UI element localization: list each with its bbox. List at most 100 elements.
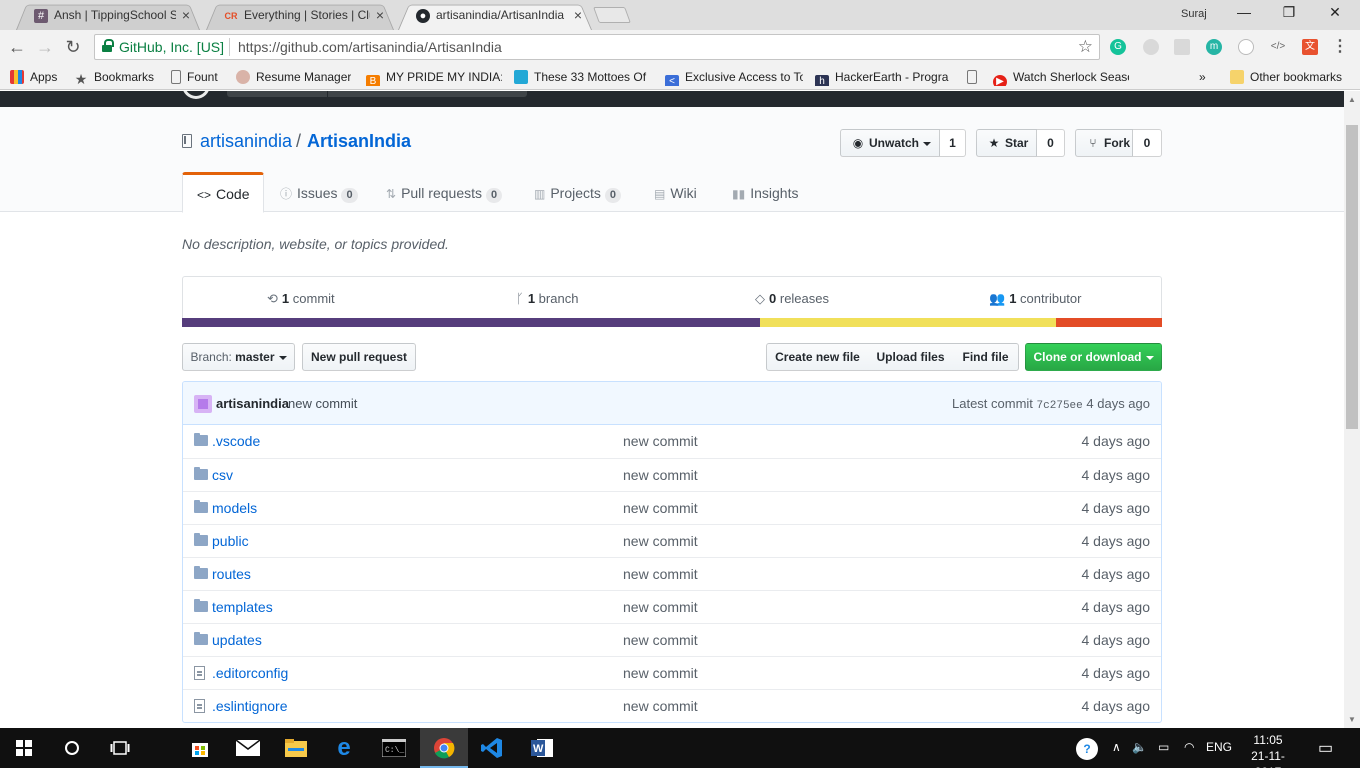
fork-button[interactable]: ⑂ Fork — [1075, 129, 1133, 157]
file-name-link[interactable]: .eslintignore — [212, 698, 288, 714]
address-bar[interactable]: GitHub, Inc. [US] https://github.com/art… — [94, 34, 1100, 60]
tab-pull-requests[interactable]: ⇅ Pull requests 0 — [386, 172, 503, 212]
file-explorer-icon[interactable] — [272, 728, 320, 768]
repo-name-link[interactable]: ArtisanIndia — [307, 131, 411, 152]
commit-message-link[interactable]: new commit — [288, 396, 357, 411]
file-commit-message-link[interactable]: new commit — [623, 433, 698, 449]
table-row[interactable]: .eslintignore new commit 4 days ago — [183, 689, 1161, 722]
github-logo-icon[interactable] — [182, 91, 210, 99]
branch-select-button[interactable]: Branch: master — [182, 343, 295, 371]
edge-icon[interactable]: e — [320, 728, 368, 768]
close-window-icon[interactable]: ✕ — [1320, 4, 1350, 24]
browser-tab-stories[interactable]: CR Everything | Stories | Club × — [200, 1, 400, 30]
system-clock[interactable]: 11:05 21-11-2017 — [1238, 732, 1298, 768]
scroll-down-icon[interactable]: ▼ — [1348, 715, 1356, 724]
tab-projects[interactable]: ▥ Projects 0 — [534, 172, 622, 212]
site-search-input[interactable] — [227, 91, 527, 97]
table-row[interactable]: models new commit 4 days ago — [183, 491, 1161, 524]
repo-owner-link[interactable]: artisanindia — [200, 131, 292, 152]
table-row[interactable]: .editorconfig new commit 4 days ago — [183, 656, 1161, 689]
bookmark-hackerearth[interactable]: h HackerEarth - Progra — [815, 68, 955, 86]
unwatch-button[interactable]: ◉ Unwatch — [840, 129, 940, 157]
new-tab-button[interactable] — [593, 7, 631, 23]
tab-insights[interactable]: ▮▮ Insights — [732, 172, 798, 212]
watchers-count[interactable]: 1 — [940, 129, 966, 157]
table-row[interactable]: routes new commit 4 days ago — [183, 557, 1161, 590]
tab-issues[interactable]: ⓘ Issues 0 — [280, 172, 358, 212]
create-new-file-button[interactable]: Create new file — [766, 343, 869, 371]
table-row[interactable]: csv new commit 4 days ago — [183, 458, 1161, 491]
language-bar[interactable] — [182, 318, 1162, 327]
new-pull-request-button[interactable]: New pull request — [302, 343, 416, 371]
cortana-icon[interactable] — [48, 728, 96, 768]
bookmark-star-icon[interactable]: ☆ — [1078, 37, 1093, 57]
file-commit-message-link[interactable]: new commit — [623, 599, 698, 615]
translate-icon[interactable]: 文 — [1302, 39, 1318, 55]
forks-count[interactable]: 0 — [1133, 129, 1162, 157]
bookmark-fount[interactable]: Fount — [171, 68, 218, 86]
file-name-link[interactable]: models — [212, 500, 257, 516]
file-name-link[interactable]: updates — [212, 632, 262, 648]
notifications-icon[interactable]: ▭ — [1318, 738, 1333, 758]
commit-author-link[interactable]: artisanindia — [216, 396, 289, 411]
vscode-icon[interactable] — [468, 728, 516, 768]
mercury-icon[interactable]: m — [1206, 39, 1222, 55]
branches-link[interactable]: ᚴ1 branch — [516, 291, 578, 306]
store-icon[interactable] — [176, 728, 224, 768]
file-name-link[interactable]: .vscode — [212, 433, 260, 449]
language-segment[interactable] — [182, 318, 761, 327]
extension-icon[interactable] — [1143, 39, 1159, 55]
file-commit-message-link[interactable]: new commit — [623, 632, 698, 648]
bookmark-bookmarks[interactable]: ★ Bookmarks — [74, 68, 154, 86]
close-tab-icon[interactable]: × — [376, 1, 384, 29]
cmd-icon[interactable]: C:\_ — [370, 728, 418, 768]
security-chip[interactable]: GitHub, Inc. [US] — [119, 39, 224, 55]
scroll-up-icon[interactable]: ▲ — [1348, 95, 1356, 104]
contributors-link[interactable]: 👥 1 contributor — [989, 291, 1081, 307]
forward-icon[interactable]: → — [34, 36, 56, 58]
file-commit-message-link[interactable]: new commit — [623, 500, 698, 516]
language-indicator[interactable]: ENG — [1206, 740, 1232, 754]
bookmarks-overflow-button[interactable]: » — [1199, 68, 1206, 86]
grammarly-icon[interactable]: G — [1110, 39, 1126, 55]
start-icon[interactable] — [0, 728, 48, 768]
bookmark-sherlock[interactable]: ▶ Watch Sherlock Seaso — [993, 68, 1129, 86]
file-commit-message-link[interactable]: new commit — [623, 467, 698, 483]
language-segment[interactable] — [1056, 318, 1162, 327]
file-commit-message-link[interactable]: new commit — [623, 698, 698, 714]
word-icon[interactable]: W — [518, 728, 566, 768]
battery-icon[interactable]: ▭ — [1158, 740, 1169, 754]
file-commit-message-link[interactable]: new commit — [623, 566, 698, 582]
avatar[interactable] — [194, 395, 212, 413]
extension-icon[interactable] — [1174, 39, 1190, 55]
close-tab-icon[interactable]: × — [574, 1, 582, 29]
wifi-icon[interactable]: ◠ — [1184, 740, 1194, 754]
help-icon[interactable]: ? — [1076, 738, 1098, 760]
table-row[interactable]: .vscode new commit 4 days ago — [183, 425, 1161, 458]
file-name-link[interactable]: public — [212, 533, 249, 549]
minimize-icon[interactable]: — — [1229, 4, 1259, 24]
browser-tab-github[interactable]: ● artisanindia/ArtisanIndia × — [392, 1, 598, 30]
file-commit-message-link[interactable]: new commit — [623, 665, 698, 681]
bookmark-apps[interactable]: Apps — [10, 68, 57, 86]
scroll-thumb[interactable] — [1346, 125, 1358, 429]
code-extension-icon[interactable]: </> — [1270, 39, 1286, 55]
volume-icon[interactable]: 🔈 — [1132, 740, 1147, 754]
stars-count[interactable]: 0 — [1037, 129, 1065, 157]
profile-name[interactable]: Suraj — [1181, 8, 1207, 20]
star-button[interactable]: ★ Star — [976, 129, 1037, 157]
extension-icon[interactable] — [1238, 39, 1254, 55]
page-scrollbar[interactable]: ▲ ▼ — [1344, 91, 1360, 728]
tray-chevron-icon[interactable]: ∧ — [1112, 740, 1121, 754]
tab-code[interactable]: <> Code — [182, 172, 265, 213]
table-row[interactable]: public new commit 4 days ago — [183, 524, 1161, 557]
file-commit-message-link[interactable]: new commit — [623, 533, 698, 549]
file-name-link[interactable]: templates — [212, 599, 273, 615]
reload-icon[interactable]: ↻ — [62, 36, 84, 58]
file-name-link[interactable]: csv — [212, 467, 233, 483]
commits-link[interactable]: ⟲ 1 commit — [267, 291, 335, 307]
task-view-icon[interactable] — [96, 728, 144, 768]
bookmark-mottoes[interactable]: These 33 Mottoes Of — [514, 68, 654, 86]
bookmark-resume-manager[interactable]: Resume Manager — [236, 68, 351, 86]
table-row[interactable]: updates new commit 4 days ago — [183, 623, 1161, 656]
